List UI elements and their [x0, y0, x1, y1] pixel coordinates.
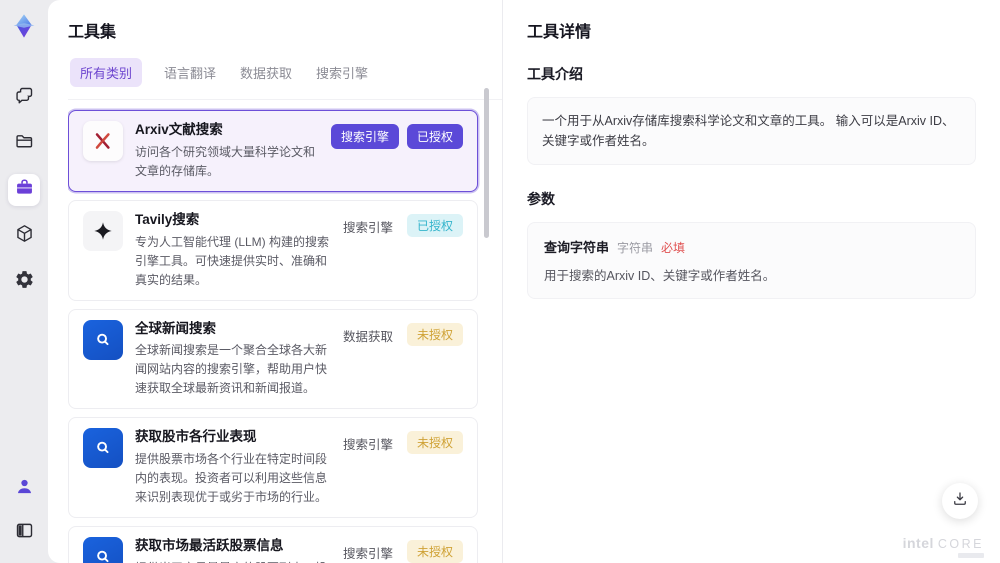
- category-label: 搜索引擎: [342, 220, 393, 235]
- tab-language-translation[interactable]: 语言翻译: [162, 58, 218, 87]
- sidebar-item-profile[interactable]: [8, 473, 40, 505]
- category-label: 搜索引擎: [342, 438, 393, 453]
- user-icon: [14, 476, 35, 502]
- category-tabs: 所有类别 语言翻译 数据获取 搜索引擎: [68, 58, 502, 87]
- sidebar-item-files[interactable]: [8, 128, 40, 160]
- tool-card-tavily[interactable]: Tavily搜索 专为人工智能代理 (LLM) 构建的搜索引擎工具。可快速提供实…: [68, 199, 478, 301]
- auth-status-badge: 未授权: [406, 431, 463, 455]
- cube-icon: [14, 223, 35, 249]
- folder-icon: [14, 131, 35, 157]
- tab-data-fetch[interactable]: 数据获取: [238, 58, 294, 87]
- gear-icon: [14, 269, 35, 295]
- category-badge: 搜索引擎: [330, 124, 399, 149]
- tool-card-arxiv[interactable]: Arxiv文献搜索 访问各个研究领域大量科学论文和文章的存储库。 搜索引擎 已授…: [68, 110, 478, 192]
- main-content: 工具集 所有类别 语言翻译 数据获取 搜索引擎 Arxiv文献搜索 访问各个研究…: [48, 0, 1000, 563]
- download-icon: [951, 490, 969, 513]
- toolbox-icon: [14, 177, 35, 203]
- brand-intel-text: intel: [902, 535, 934, 551]
- params-heading: 参数: [527, 191, 555, 207]
- app-window: 工具集 所有类别 语言翻译 数据获取 搜索引擎 Arxiv文献搜索 访问各个研究…: [0, 0, 1000, 563]
- tool-details-panel: 工具详情 工具介绍 一个用于从Arxiv存储库搜索科学论文和文章的工具。 输入可…: [502, 0, 1000, 563]
- tool-name: Tavily搜索: [135, 211, 200, 227]
- tab-search-engine[interactable]: 搜索引擎: [314, 58, 370, 87]
- auth-status-badge: 已授权: [406, 213, 463, 237]
- tool-name: 获取股市各行业表现: [135, 429, 257, 445]
- sidebar-item-tools[interactable]: [8, 174, 40, 206]
- tools-list: Arxiv文献搜索 访问各个研究领域大量科学论文和文章的存储库。 搜索引擎 已授…: [68, 99, 502, 563]
- arxiv-logo-icon: [83, 121, 123, 161]
- sidebar-item-collapse[interactable]: [8, 517, 40, 549]
- chat-icon: [14, 85, 35, 111]
- parameter-item: 查询字符串 字符串 必填 用于搜索的Arxiv ID、关键字或作者姓名。: [527, 222, 976, 299]
- tool-description: 全球新闻搜索是一个聚合全球各大新闻网站内容的搜索引擎，帮助用户快速获取全球最新资…: [135, 343, 328, 396]
- sidebar-item-settings[interactable]: [8, 266, 40, 298]
- tool-description: 提供当天交易量最高的股票列表，投资者可以利用这些信息来识别流动性强的股票和潜在的…: [135, 559, 331, 563]
- tool-description: 提供股票市场各个行业在特定时间段内的表现。投资者可以利用这些信息来识别表现优于或…: [135, 452, 328, 505]
- intel-core-logo: intel CORE: [903, 535, 984, 551]
- tool-name: 全球新闻搜索: [135, 320, 216, 336]
- auth-status-badge: 未授权: [406, 540, 463, 563]
- app-logo-diamond-icon: [10, 12, 38, 40]
- tools-list-panel: 工具集 所有类别 语言翻译 数据获取 搜索引擎 Arxiv文献搜索 访问各个研究…: [48, 0, 502, 563]
- blue-search-app-icon: [83, 319, 123, 360]
- sidebar-item-chat[interactable]: [8, 82, 40, 114]
- tool-name: 获取市场最活跃股票信息: [135, 538, 284, 554]
- tool-name: Arxiv文献搜索: [135, 122, 223, 137]
- tool-card-global-news[interactable]: 全球新闻搜索 全球新闻搜索是一个聚合全球各大新闻网站内容的搜索引擎，帮助用户快速…: [68, 308, 478, 410]
- tool-intro-text: 一个用于从Arxiv存储库搜索科学论文和文章的工具。 输入可以是Arxiv ID…: [527, 97, 976, 165]
- tool-card-active-stocks[interactable]: 获取市场最活跃股票信息 提供当天交易量最高的股票列表，投资者可以利用这些信息来识…: [68, 526, 478, 563]
- tool-description: 访问各个研究领域大量科学论文和文章的存储库。: [135, 144, 316, 178]
- panel-toggle-icon: [14, 520, 35, 546]
- tools-panel-title: 工具集: [68, 24, 117, 41]
- details-title: 工具详情: [527, 24, 592, 41]
- param-type: 字符串: [617, 241, 654, 255]
- tool-description: 专为人工智能代理 (LLM) 构建的搜索引擎工具。可快速提供实时、准确和真实的结…: [135, 234, 330, 287]
- tool-card-stock-sectors[interactable]: 获取股市各行业表现 提供股票市场各个行业在特定时间段内的表现。投资者可以利用这些…: [68, 417, 478, 519]
- tab-all-categories[interactable]: 所有类别: [70, 58, 143, 87]
- blue-search-app-icon: [83, 537, 123, 563]
- auth-status-badge: 已授权: [406, 124, 463, 149]
- category-label: 数据获取: [342, 329, 393, 344]
- sidebar-bottom: [8, 473, 40, 549]
- category-label: 搜索引擎: [342, 547, 393, 562]
- param-name: 查询字符串: [544, 240, 610, 255]
- brand-core-text: CORE: [937, 537, 984, 551]
- auth-status-badge: 未授权: [406, 322, 463, 346]
- intro-heading: 工具介绍: [527, 66, 583, 82]
- sparkle-star-icon: [83, 210, 123, 251]
- download-button[interactable]: [942, 483, 978, 519]
- list-scrollbar[interactable]: [484, 88, 489, 238]
- brand-subline: [958, 553, 984, 558]
- blue-search-app-icon: [83, 428, 123, 469]
- param-required-flag: 必填: [661, 241, 686, 255]
- left-sidebar: [0, 0, 48, 563]
- param-description: 用于搜索的Arxiv ID、关键字或作者姓名。: [544, 269, 776, 283]
- sidebar-item-models[interactable]: [8, 220, 40, 252]
- sidebar-nav: [8, 82, 40, 298]
